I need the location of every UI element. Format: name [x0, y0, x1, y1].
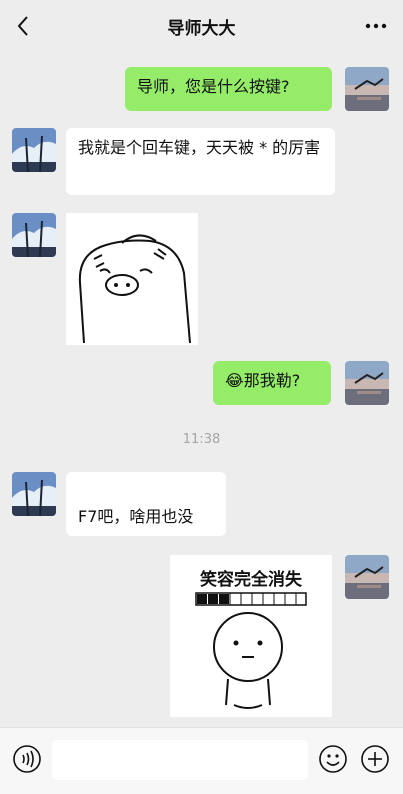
message-text: 我就是个回车键，天天被 * 的厉害 — [78, 138, 321, 157]
message-text: 那我勒? — [243, 371, 301, 390]
contact-avatar[interactable] — [12, 128, 56, 172]
back-icon[interactable] — [10, 12, 38, 40]
emoji-icon[interactable] — [318, 744, 348, 774]
chat-title: 导师大大 — [167, 18, 236, 39]
plus-icon[interactable] — [360, 744, 390, 774]
message-bubble-self[interactable]: 😂那我勒? — [213, 361, 331, 405]
message-bubble-other[interactable]: F7吧，啥用也没 — [66, 472, 226, 536]
voice-icon[interactable] — [12, 744, 42, 774]
smile-gone-sticker[interactable]: 笑容完全消失 — [170, 555, 332, 717]
message-bubble-self[interactable]: 导师，您是什么按键? — [125, 67, 332, 111]
self-avatar[interactable] — [345, 555, 389, 599]
self-avatar[interactable] — [345, 67, 389, 111]
self-avatar[interactable] — [345, 361, 389, 405]
emoji-glyph: 😂 — [225, 371, 244, 390]
contact-avatar[interactable] — [12, 472, 56, 516]
input-bar — [0, 727, 403, 794]
pig-sticker[interactable] — [66, 213, 198, 345]
contact-avatar[interactable] — [12, 213, 56, 257]
message-text: 导师，您是什么按键? — [137, 77, 290, 96]
timestamp: 11:38 — [182, 432, 221, 447]
message-bubble-other[interactable]: 我就是个回车键，天天被 * 的厉害 — [66, 128, 335, 195]
chat-header: 导师大大 — [0, 0, 403, 52]
message-text: F7吧，啥用也没 — [78, 507, 194, 526]
more-icon[interactable] — [363, 14, 389, 38]
message-input[interactable] — [52, 740, 308, 780]
